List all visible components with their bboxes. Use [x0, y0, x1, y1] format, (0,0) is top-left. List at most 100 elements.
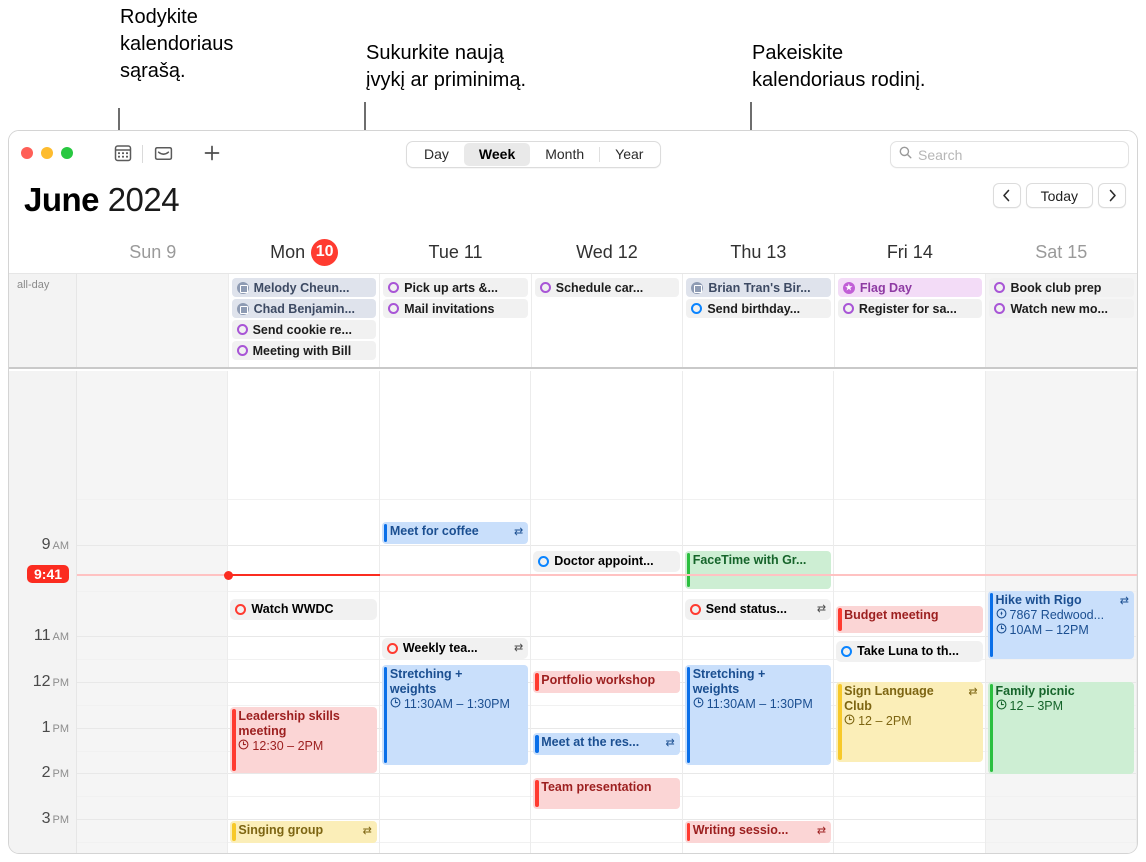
all-day-column-0 [77, 274, 229, 367]
half-hour-gridline [985, 659, 1136, 660]
reminder-event[interactable]: Weekly tea... ⇄ [381, 638, 529, 659]
calendar-event[interactable]: Meet at the res... ⇄ [533, 733, 680, 755]
hour-gridline [834, 819, 985, 820]
tick-suffix: PM [52, 814, 70, 826]
reminder-circle-icon [538, 556, 550, 567]
tick-suffix: PM [52, 677, 70, 689]
calendar-event[interactable]: Hike with Rigo 7867 Redwood... 10AM – 12PM… [987, 591, 1134, 659]
calendar-event[interactable]: Sign Language Club 12 – 2PM ⇄ [836, 682, 983, 762]
day-header-5[interactable]: Fri 14 [834, 231, 985, 273]
calendar-event[interactable]: Meet for coffee ⇄ [381, 522, 529, 544]
day-header-label: Thu 13 [730, 241, 787, 262]
calendar-event[interactable]: Leadership skills meeting 12:30 – 2PM [230, 707, 377, 773]
all-day-event[interactable]: Chad Benjamin... [231, 299, 377, 318]
reminder-event[interactable]: Send status... ⇄ [684, 599, 832, 620]
hour-gridline [834, 545, 985, 546]
calendar-event[interactable]: Team presentation [533, 778, 680, 809]
all-day-event[interactable]: Send birthday... [686, 299, 831, 318]
calendar-event[interactable]: Family picnic 12 – 3PM [987, 682, 1134, 774]
day-column-1[interactable]: Watch WWDC Leadership skills meeting 12:30… [228, 371, 380, 853]
event-title: Writing sessio... [692, 823, 789, 837]
all-day-column-4: Brian Tran's Bir... Send birthday... [683, 274, 835, 367]
calendar-event[interactable]: Portfolio workshop [533, 671, 680, 693]
next-week-button[interactable] [1098, 183, 1126, 208]
event-color-bar [686, 667, 691, 763]
all-day-event[interactable]: Schedule car... [534, 278, 680, 297]
calendar-event[interactable]: Budget meeting [836, 606, 983, 633]
inbox-icon[interactable] [153, 143, 174, 168]
all-day-event[interactable]: Mail invitations [383, 299, 528, 318]
event-meta-text: 12 – 2PM [858, 714, 912, 728]
search-field[interactable] [890, 141, 1129, 168]
day-header-label: Sun 9 [129, 241, 177, 262]
reminder-event[interactable]: Watch WWDC [230, 599, 377, 620]
day-column-6[interactable]: Hike with Rigo 7867 Redwood... 10AM – 12PM… [985, 371, 1137, 853]
event-title: Singing group [238, 823, 324, 837]
hour-gridline [77, 819, 228, 820]
time-grid: 9AM11AM12PM1PM2PM3PM4PM5PM6PM9:41 Watch … [9, 371, 1137, 853]
previous-week-button[interactable] [992, 183, 1021, 208]
today-date-badge: 10 [311, 238, 339, 266]
clock-icon [996, 699, 1007, 714]
minimize-button[interactable] [41, 147, 53, 159]
half-hour-gridline [77, 659, 228, 660]
event-meta-text: 7867 Redwood... [1009, 608, 1105, 622]
time-tick-label: 1 PM [42, 719, 69, 737]
gift-icon [236, 302, 249, 315]
day-header-6[interactable]: Sat 15 [986, 231, 1137, 273]
today-button[interactable]: Today [1025, 183, 1093, 208]
all-day-event-title: Schedule car... [555, 280, 644, 295]
event-meta-text: 12 – 3PM [1009, 699, 1064, 713]
tab-year[interactable]: Year [600, 143, 658, 166]
view-segmented-control[interactable]: Day Week Month Year [406, 141, 662, 168]
calendar-window: Day Week Month Year June 2024 [8, 130, 1138, 854]
reminder-event[interactable]: Doctor appoint... [533, 551, 680, 572]
tab-day[interactable]: Day [409, 143, 464, 166]
tab-month[interactable]: Month [530, 143, 599, 166]
hour-gridline [379, 773, 531, 774]
calendar-event[interactable]: Stretching + weights 11:30AM – 1:30PM [381, 665, 529, 765]
calendar-event[interactable]: FaceTime with Gr... [684, 551, 832, 589]
reminder-event[interactable]: Take Luna to th... [836, 641, 983, 662]
all-day-event[interactable]: Register for sa... [837, 299, 983, 318]
all-day-event[interactable]: Brian Tran's Bir... [686, 278, 831, 297]
all-day-event[interactable]: Watch new mo... [989, 299, 1135, 318]
tick-hour: 2 [41, 764, 51, 781]
calendar-event[interactable]: Writing sessio... ⇄ [684, 821, 832, 843]
all-day-event[interactable]: Melody Cheun... [231, 278, 377, 297]
day-header-2[interactable]: Tue 11 [380, 231, 531, 273]
day-header-1[interactable]: Mon 10 [228, 231, 379, 273]
calendar-event[interactable]: Stretching + weights 11:30AM – 1:30PM [684, 665, 832, 765]
day-header-label: Mon [270, 241, 306, 262]
event-meta-text: 11:30AM – 1:30PM [706, 697, 813, 711]
day-column-2[interactable]: Meet for coffee ⇄ Weekly tea... ⇄ Stretching… [379, 371, 532, 853]
day-header-label: Tue 11 [428, 241, 483, 262]
day-header-0[interactable]: Sun 9 [77, 231, 228, 273]
calendar-list-icon[interactable] [113, 143, 133, 168]
all-day-event[interactable]: Meeting with Bill [231, 341, 377, 360]
repeat-icon: ⇄ [1119, 595, 1129, 607]
day-column-5[interactable]: Budget meeting Take Luna to th... Sign Lan… [834, 371, 986, 853]
tab-week[interactable]: Week [463, 143, 531, 166]
calendar-event[interactable]: Singing group ⇄ [230, 821, 377, 843]
all-day-event-title: Send birthday... [707, 301, 801, 316]
all-day-event[interactable]: Pick up arts &... [383, 278, 528, 297]
event-color-bar [686, 553, 691, 587]
time-tick-label: 12 PM [33, 673, 69, 691]
day-header-3[interactable]: Wed 12 [531, 231, 682, 273]
search-input[interactable] [918, 146, 1120, 163]
hour-gridline [531, 728, 682, 729]
all-day-event[interactable]: ★ Flag Day [837, 278, 983, 297]
close-button[interactable] [21, 147, 33, 159]
all-day-column-3: Schedule car... [532, 274, 684, 367]
all-day-event[interactable]: Send cookie re... [231, 320, 377, 339]
day-column-0[interactable] [77, 371, 229, 853]
add-event-button[interactable] [202, 143, 222, 168]
day-header-row: Sun 9 Mon 10 Tue 11 Wed 12 Thu 13 Fri 14 Sat 15 [9, 231, 1137, 273]
all-day-event[interactable]: Book club prep [989, 278, 1135, 297]
time-tick-label: 3 PM [42, 810, 69, 828]
day-header-4[interactable]: Thu 13 [683, 231, 834, 273]
zoom-button[interactable] [61, 147, 73, 159]
day-column-4[interactable]: FaceTime with Gr... Send status... ⇄ Stretc… [682, 371, 835, 853]
day-column-3[interactable]: Doctor appoint... Portfolio workshop Meet … [531, 371, 683, 853]
